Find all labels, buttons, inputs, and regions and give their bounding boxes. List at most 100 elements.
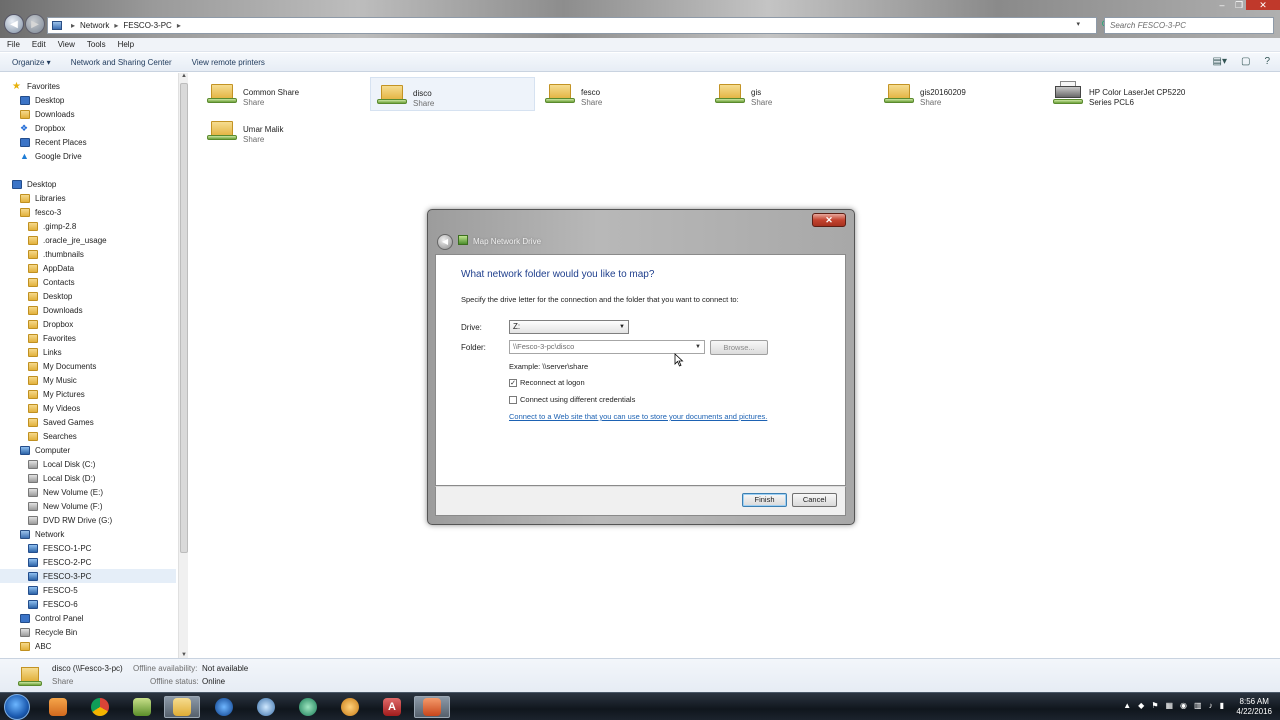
nav-abc[interactable]: ABC [20,639,51,653]
back-button[interactable]: ◀ [4,14,24,34]
search-input[interactable]: Search FESCO-3-PC [1104,17,1274,34]
forward-button[interactable]: ▶ [25,14,45,34]
nav-item[interactable]: My Music [28,373,77,387]
show-hidden-icons-icon[interactable]: ▲ [1123,701,1131,710]
share-item[interactable]: HP Color LaserJet CP5220 Series PCL6 [1047,77,1212,111]
menu-edit[interactable]: Edit [32,40,46,49]
taskbar-explorer[interactable] [164,696,200,718]
share-item[interactable]: gis Share [709,77,874,111]
taskbar-app[interactable] [124,696,160,718]
nav-item[interactable]: Downloads [20,107,75,121]
nav-scrollbar[interactable]: ▲ ▼ [178,73,188,658]
nav-item[interactable]: FESCO-1-PC [28,541,91,555]
tray-icon[interactable]: ▦ [1165,701,1173,710]
nav-item[interactable]: New Volume (E:) [28,485,103,499]
browse-button[interactable]: Browse... [710,340,768,355]
share-item[interactable]: disco Share [370,77,535,111]
nav-computer[interactable]: Computer [20,443,70,457]
taskbar-chrome[interactable] [82,696,118,718]
nav-item[interactable]: DVD RW Drive (G:) [28,513,112,527]
nav-item[interactable]: FESCO-5 [28,583,78,597]
share-item[interactable]: fesco Share [539,77,704,111]
taskbar-network-app[interactable] [290,696,326,718]
web-storage-link[interactable]: Connect to a Web site that you can use t… [509,412,767,421]
nav-item[interactable]: Contacts [28,275,75,289]
nav-item[interactable]: My Documents [28,359,96,373]
taskbar-media-player[interactable] [40,696,76,718]
maximize-button[interactable]: ❐ [1232,0,1246,10]
nav-item[interactable]: New Volume (F:) [28,499,103,513]
dialog-back-button[interactable]: ◀ [437,234,453,250]
nav-recycle-bin[interactable]: Recycle Bin [20,625,77,639]
folder-input[interactable]: \\Fesco-3-pc\disco ▼ [509,340,705,354]
finish-button[interactable]: Finish [742,493,787,507]
scroll-up-icon[interactable]: ▲ [181,73,187,79]
share-item[interactable]: Common Share Share [201,77,366,111]
organize-button[interactable]: Organize ▾ [12,58,51,67]
nav-item[interactable]: .gimp-2.8 [28,219,76,233]
taskbar-powerpoint[interactable] [414,696,450,718]
nav-item[interactable]: Saved Games [28,415,94,429]
minimize-button[interactable]: – [1212,0,1232,10]
chevron-down-icon[interactable]: ▼ [695,341,701,353]
nav-item[interactable]: FESCO-6 [28,597,78,611]
nav-favorites[interactable]: ★ Favorites [12,79,60,93]
flag-icon[interactable]: ⚑ [1151,701,1158,710]
nav-item[interactable]: ▲ Google Drive [20,149,82,163]
start-button[interactable] [4,694,30,720]
nav-item[interactable]: My Videos [28,401,80,415]
battery-icon[interactable]: ▮ [1220,701,1224,710]
reconnect-label[interactable]: Reconnect at logon [520,378,585,387]
cancel-button[interactable]: Cancel [792,493,837,507]
preview-pane-icon[interactable]: ▢ [1241,56,1250,67]
nav-item[interactable]: My Pictures [28,387,85,401]
menu-view[interactable]: View [58,40,75,49]
nav-item[interactable]: Downloads [28,303,83,317]
network-tray-icon[interactable]: ▥ [1194,701,1202,710]
nav-item[interactable]: Desktop [20,93,64,107]
nav-item[interactable]: Favorites [28,331,76,345]
menu-tools[interactable]: Tools [87,40,106,49]
close-button[interactable]: ✕ [1246,0,1280,10]
dialog-close-button[interactable]: ✕ [812,213,846,227]
nav-item[interactable]: ❖ Dropbox [20,121,65,135]
help-icon[interactable]: ? [1264,56,1270,67]
nav-item[interactable]: Links [28,345,62,359]
address-bar[interactable]: ▸ Network ▸ FESCO-3-PC ▸ ▾ ⟳ [47,17,1110,34]
breadcrumb-network[interactable]: Network [80,21,109,30]
change-view-icon[interactable]: ▤▾ [1213,56,1227,67]
nav-user[interactable]: fesco-3 [20,205,61,219]
nav-item[interactable]: Recent Places [20,135,87,149]
breadcrumb-fesco-3-pc[interactable]: FESCO-3-PC [123,21,171,30]
drive-select[interactable]: Z: ▼ [509,320,629,334]
nav-item[interactable]: Desktop [28,289,72,303]
nav-desktop[interactable]: Desktop [12,177,56,191]
nav-item[interactable]: FESCO-3-PC [0,569,176,583]
nav-item[interactable]: Local Disk (C:) [28,457,95,471]
taskbar-earth[interactable] [206,696,242,718]
tray-icon[interactable]: ◉ [1180,701,1187,710]
taskbar-gis-app[interactable] [332,696,368,718]
network-sharing-center-button[interactable]: Network and Sharing Center [71,58,172,67]
reconnect-checkbox[interactable]: ✓ [509,379,517,387]
nav-item[interactable]: AppData [28,261,74,275]
nav-item[interactable]: .thumbnails [28,247,84,261]
view-remote-printers-button[interactable]: View remote printers [192,58,265,67]
tray-icon[interactable]: ◆ [1138,701,1144,710]
menu-help[interactable]: Help [118,40,134,49]
nav-item[interactable]: Searches [28,429,77,443]
nav-control-panel[interactable]: Control Panel [20,611,83,625]
volume-icon[interactable]: ♪ [1209,701,1213,710]
different-credentials-checkbox[interactable] [509,396,517,404]
nav-item[interactable]: Local Disk (D:) [28,471,95,485]
nav-libraries[interactable]: Libraries [20,191,66,205]
clock[interactable]: 8:56 AM 4/22/2016 [1236,697,1272,717]
nav-item[interactable]: FESCO-2-PC [28,555,91,569]
different-credentials-label[interactable]: Connect using different credentials [520,395,635,404]
nav-item[interactable]: Dropbox [28,317,73,331]
address-dropdown-icon[interactable]: ▾ [1076,20,1080,28]
share-item[interactable]: gis20160209 Share [878,77,1043,111]
taskbar-search-app[interactable] [248,696,284,718]
nav-network[interactable]: Network [20,527,64,541]
taskbar-access[interactable]: A [374,696,410,718]
